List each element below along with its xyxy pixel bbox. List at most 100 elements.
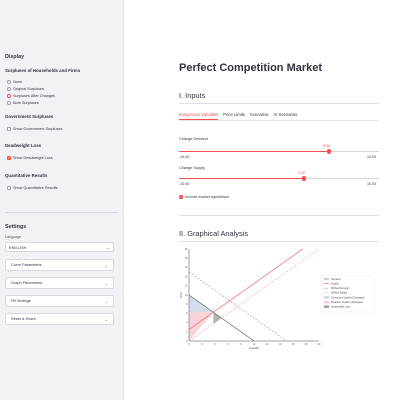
display-heading: Display: [5, 54, 25, 60]
legend-swatch: [324, 305, 329, 308]
quantitative-heading: Quantitative Results: [5, 173, 48, 178]
deadweight-checkbox[interactable]: ✓ Show Deadweight Loss: [7, 156, 53, 160]
demand-slider-thumb[interactable]: [326, 149, 332, 154]
expander-reset-share[interactable]: Reset & Share ⌄: [5, 313, 114, 325]
x-tick-label: 2: [201, 343, 203, 346]
series-line-shifted-supply: [188, 248, 320, 342]
market-equilibrium-checkbox[interactable]: ✓ Include market equilibrium: [179, 195, 229, 199]
gov-surpluses-heading: Government Surpluses: [5, 114, 54, 119]
expander-curve-parameters[interactable]: Curve Parameters ⌄: [5, 259, 114, 271]
y-tick-label: 2: [186, 331, 188, 334]
checkbox-label: Show Quantitative Results: [13, 186, 58, 190]
radio-circle[interactable]: [7, 87, 11, 91]
radio-label: Both Surpluses: [13, 101, 39, 105]
tab-exogenous-variables[interactable]: Exogenous Variables: [179, 112, 219, 120]
radio-label: Original Surpluses: [13, 87, 45, 91]
fill-area-2: [213, 312, 222, 324]
legend-label: Deadweight Loss: [331, 306, 351, 309]
y-tick-label: 12: [185, 285, 188, 288]
radio-none[interactable]: None: [7, 80, 22, 84]
sidebar: Display Surpluses of Households and Firm…: [0, 0, 124, 400]
expander-graph-parameters[interactable]: Graph Parameters ⌄: [5, 277, 114, 289]
language-label: Language: [5, 235, 21, 239]
deadweight-heading: Deadweight Loss: [5, 143, 42, 148]
x-tick-label: 8: [240, 343, 242, 346]
demand-slider-fill: [179, 151, 329, 153]
y-tick-label: 16: [185, 266, 188, 269]
language-value: ENGLISH: [9, 244, 27, 250]
sidebar-divider: [5, 212, 118, 213]
demand-slider-max: 10.00: [367, 155, 376, 159]
radio-surpluses-after-changes[interactable]: Surpluses After Changes: [7, 94, 55, 98]
x-tick-label: 4: [214, 343, 216, 346]
supply-slider-fill: [179, 178, 304, 180]
expander-fill-settings[interactable]: Fill Settings ⌄: [5, 295, 114, 307]
legend-label: Supply: [331, 283, 339, 286]
chevron-down-icon: ⌄: [104, 298, 108, 304]
supply-slider-value: 2.50: [298, 171, 306, 175]
chevron-down-icon: ⌄: [104, 280, 108, 286]
x-tick-label: 12: [266, 343, 269, 346]
tab-scenarios[interactable]: Scenarios: [250, 112, 269, 120]
supply-slider-track[interactable]: [179, 176, 379, 181]
radio-original-surpluses[interactable]: Original Surpluses: [7, 87, 44, 91]
legend-swatch: [324, 300, 329, 304]
radio-circle-selected[interactable]: [7, 94, 11, 98]
legend-swatch: [324, 296, 329, 299]
section-divider: [179, 241, 379, 242]
demand-slider-track[interactable]: [179, 149, 379, 154]
demand-slider-min: -10.00: [179, 155, 190, 159]
y-tick-label: 20: [185, 248, 188, 251]
legend-label: Demand: [331, 278, 341, 281]
tab-price-limits[interactable]: Price Limits: [223, 112, 245, 120]
radio-circle[interactable]: [7, 80, 11, 84]
tab-ai-scenarios[interactable]: AI Scenarios: [274, 112, 298, 120]
legend-label: Shifted Demand: [331, 287, 350, 290]
checkbox-box[interactable]: [7, 186, 11, 190]
language-select[interactable]: ENGLISH ⌄: [5, 242, 114, 252]
x-tick-label: 0: [188, 343, 190, 346]
main-content: Perfect Competition Market I. Inputs Exo…: [124, 0, 400, 400]
surpluses-heading: Surpluses of Households and Firms: [5, 68, 81, 73]
expander-label: Reset & Share: [11, 317, 36, 321]
legend-label: Shifted Supply: [331, 292, 348, 295]
quantitative-checkbox[interactable]: Show Quantitative Results: [7, 186, 58, 190]
expander-label: Graph Parameters: [11, 281, 43, 285]
legend-label: Producer Surplus (Changed): [331, 301, 363, 304]
series-line-supply: [188, 248, 303, 330]
supply-slider-thumb[interactable]: [301, 176, 307, 181]
demand-slider-label: Change Demand: [179, 137, 208, 141]
checkbox-label: Show Government Surpluses: [13, 127, 63, 131]
chart-svg: 0 2 4 6 8 10 12 14 16 18 2002468101214161820Quanti…: [179, 248, 375, 350]
x-tick-label: 20: [318, 343, 321, 346]
x-tick-label: 6: [227, 343, 229, 346]
tab-underline: [179, 120, 379, 121]
y-tick-label: 4: [186, 321, 188, 324]
page-title: Perfect Competition Market: [179, 62, 323, 74]
expander-label: Curve Parameters: [11, 263, 42, 267]
input-tabs: Exogenous Variables Price Limits Scenari…: [179, 112, 297, 120]
radio-label: Surpluses After Changes: [13, 94, 56, 98]
checkbox-box-checked[interactable]: ✓: [7, 156, 11, 160]
y-tick-label: 10: [185, 294, 188, 297]
radio-circle[interactable]: [7, 101, 11, 105]
y-tick-label: 18: [185, 257, 188, 260]
radio-both-surpluses[interactable]: Both Surpluses: [7, 101, 39, 105]
supply-demand-chart: 0 2 4 6 8 10 12 14 16 18 20 0 2 4 6 8 10 12 14 16 18 20 Quanti…: [179, 245, 389, 357]
x-tick-label: 16: [292, 343, 295, 346]
inputs-section-title: I. Inputs: [179, 91, 206, 100]
chevron-down-icon: ⌄: [104, 262, 108, 268]
demand-slider-value: 5.00: [323, 144, 331, 148]
analysis-section-title: II. Graphical Analysis: [179, 229, 249, 238]
y-tick-label: 14: [185, 275, 188, 278]
checkbox-label: Show Deadweight Loss: [13, 156, 53, 160]
x-axis-label: Quantity: [249, 346, 260, 350]
radio-label: None: [13, 80, 23, 84]
legend-label: Consumer Surplus (Changed): [331, 296, 364, 299]
x-tick-label: 14: [279, 343, 282, 346]
gov-surpluses-checkbox[interactable]: Show Government Surpluses: [7, 127, 62, 131]
checkbox-box-checked[interactable]: ✓: [179, 195, 183, 199]
supply-slider-min: -10.00: [179, 182, 190, 186]
checkbox-label: Include market equilibrium: [185, 195, 230, 199]
checkbox-box[interactable]: [7, 127, 11, 131]
